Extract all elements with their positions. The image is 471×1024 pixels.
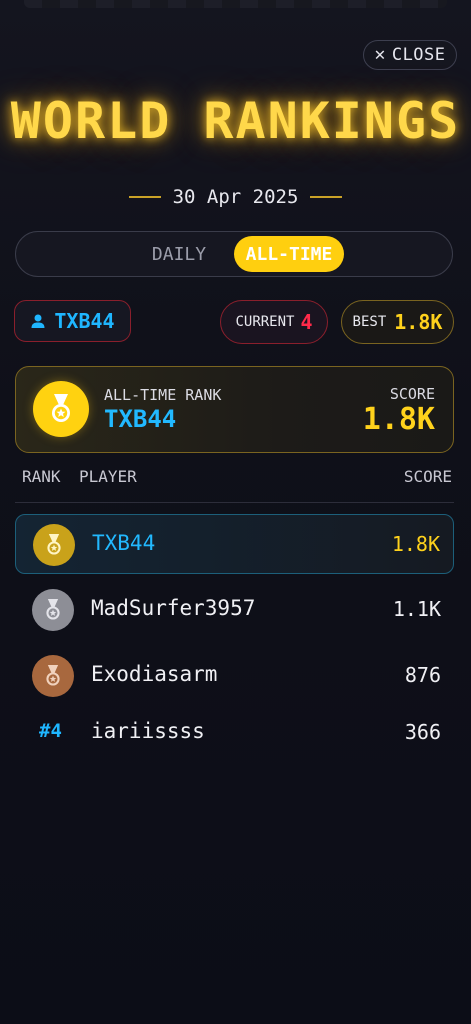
leaderboard-row[interactable]: #4 iariissss 366 bbox=[15, 707, 454, 757]
user-icon bbox=[31, 314, 45, 328]
column-header-score: SCORE bbox=[403, 467, 452, 486]
bronze-medal-icon bbox=[32, 655, 74, 697]
column-header-rank: RANK bbox=[22, 467, 61, 486]
player-name: MadSurfer3957 bbox=[91, 596, 256, 620]
player-name: TXB44 bbox=[92, 531, 156, 555]
rank-card-label: ALL-TIME RANK bbox=[104, 386, 222, 404]
silver-medal-icon bbox=[32, 589, 74, 631]
current-rank-badge: CURRENT 4 bbox=[220, 300, 328, 344]
player-score: 876 bbox=[404, 663, 441, 687]
rank-card-name: TXB44 bbox=[104, 405, 177, 433]
player-name: Exodiasarm bbox=[91, 662, 218, 686]
leaderboard-row[interactable]: MadSurfer3957 1.1K bbox=[15, 580, 454, 640]
ranking-date: 30 Apr 2025 bbox=[172, 186, 299, 208]
top-decoration bbox=[24, 0, 447, 8]
close-icon: ✕ bbox=[374, 44, 386, 65]
page-title: WORLD RANKINGS bbox=[10, 92, 461, 150]
current-label: CURRENT bbox=[235, 314, 295, 330]
close-button[interactable]: ✕ CLOSE bbox=[363, 40, 457, 70]
player-score: 366 bbox=[404, 720, 441, 744]
close-label: CLOSE bbox=[391, 45, 446, 65]
date-divider-left bbox=[128, 196, 161, 198]
user-name: TXB44 bbox=[54, 309, 115, 333]
date-divider-right bbox=[310, 196, 343, 198]
player-score: 1.8K bbox=[391, 532, 440, 556]
best-score-badge: BEST 1.8K bbox=[341, 300, 454, 344]
player-score: 1.1K bbox=[392, 597, 441, 621]
leaderboard-row[interactable]: TXB44 1.8K bbox=[15, 514, 454, 574]
date-row: 30 Apr 2025 bbox=[0, 186, 471, 208]
gold-medal-icon bbox=[33, 524, 75, 566]
tab-daily[interactable]: DAILY bbox=[141, 236, 217, 272]
current-value: 4 bbox=[300, 310, 313, 334]
best-value: 1.8K bbox=[394, 310, 443, 334]
all-time-rank-card: ALL-TIME RANK TXB44 SCORE 1.8K bbox=[15, 366, 454, 453]
player-name: iariissss bbox=[91, 719, 205, 743]
header-divider bbox=[15, 502, 454, 503]
rank-card-score-label: SCORE bbox=[389, 385, 435, 403]
leaderboard-row[interactable]: Exodiasarm 876 bbox=[15, 646, 454, 706]
tab-all-time[interactable]: ALL-TIME bbox=[234, 236, 344, 272]
best-label: BEST bbox=[352, 314, 387, 330]
gold-medal-icon bbox=[33, 381, 89, 437]
period-tabs: DAILY ALL-TIME bbox=[15, 231, 453, 277]
rank-card-score-value: 1.8K bbox=[362, 402, 435, 437]
rank-number: #4 bbox=[39, 720, 62, 742]
user-badge: TXB44 bbox=[14, 300, 131, 342]
column-header-player: PLAYER bbox=[79, 467, 137, 486]
